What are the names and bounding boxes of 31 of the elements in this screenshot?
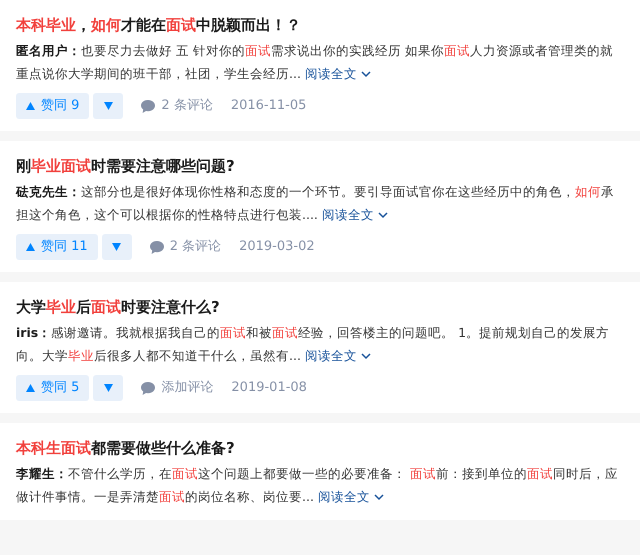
answer-excerpt: 李耀生：不管什么学历，在面试这个问题上都要做一些的必要准备： 面试前：接到单位的面试同时后，应做计件事情。一是弄清楚面试的岗位名称、岗位要... 阅读全文 [16, 462, 620, 508]
chevron-down-icon [378, 210, 388, 220]
comment-icon [141, 100, 156, 112]
question-title[interactable]: 大学毕业后面试时要注意什么? [16, 296, 624, 318]
downvote-button[interactable] [93, 93, 124, 119]
up-triangle-icon [26, 384, 35, 392]
question-title[interactable]: 刚毕业面试时需要注意哪些问题? [16, 155, 624, 177]
up-triangle-icon [26, 102, 35, 110]
answer-date: 2019-03-02 [239, 238, 315, 256]
answer-date: 2016-11-05 [230, 97, 306, 116]
read-more-link[interactable]: 阅读全文 [318, 485, 384, 508]
answer-date: 2019-01-08 [231, 379, 307, 398]
downvote-button[interactable] [93, 375, 124, 401]
comment-icon [141, 382, 156, 394]
read-more-link[interactable]: 阅读全文 [322, 203, 388, 226]
chevron-down-icon [360, 350, 371, 360]
up-triangle-icon [26, 243, 35, 251]
down-triangle-icon [104, 384, 113, 392]
comment-icon [150, 240, 164, 254]
downvote-button[interactable] [102, 234, 132, 260]
answer-excerpt: 匿名用户：也要尽力去做好 五 针对你的面试需求说出你的实践经历 如果你面试人力资源或者管理类的就重点说你大学期间的班干部，社团，学生会经历... 阅读全文 [16, 39, 620, 85]
read-more-link[interactable]: 阅读全文 [304, 344, 371, 367]
question-title[interactable]: 本科生面试都需要做些什么准备? [16, 437, 624, 459]
answer-excerpt: iris：感谢邀请。我就根据我自己的面试和被面试经验，回答楼主的问题吧。 1。提前规划自己的发展方向。大学毕业后很多人都不知道干什么，虽然有... 阅读全文 [16, 321, 620, 367]
answer-excerpt: 砝克先生：这部分也是很好体现你性格和态度的一个环节。要引导面试官你在这些经历中的角色，如何承担这个角色，这个可以根据你的性格特点进行包装.... 阅读全文 [16, 180, 620, 226]
down-triangle-icon [104, 102, 113, 110]
chevron-down-icon [360, 68, 371, 78]
down-triangle-icon [112, 243, 122, 251]
chevron-down-icon [374, 492, 384, 502]
read-more-link[interactable]: 阅读全文 [304, 62, 371, 85]
question-title[interactable]: 本科毕业，如何才能在面试中脱颖而出！？ [16, 14, 624, 36]
